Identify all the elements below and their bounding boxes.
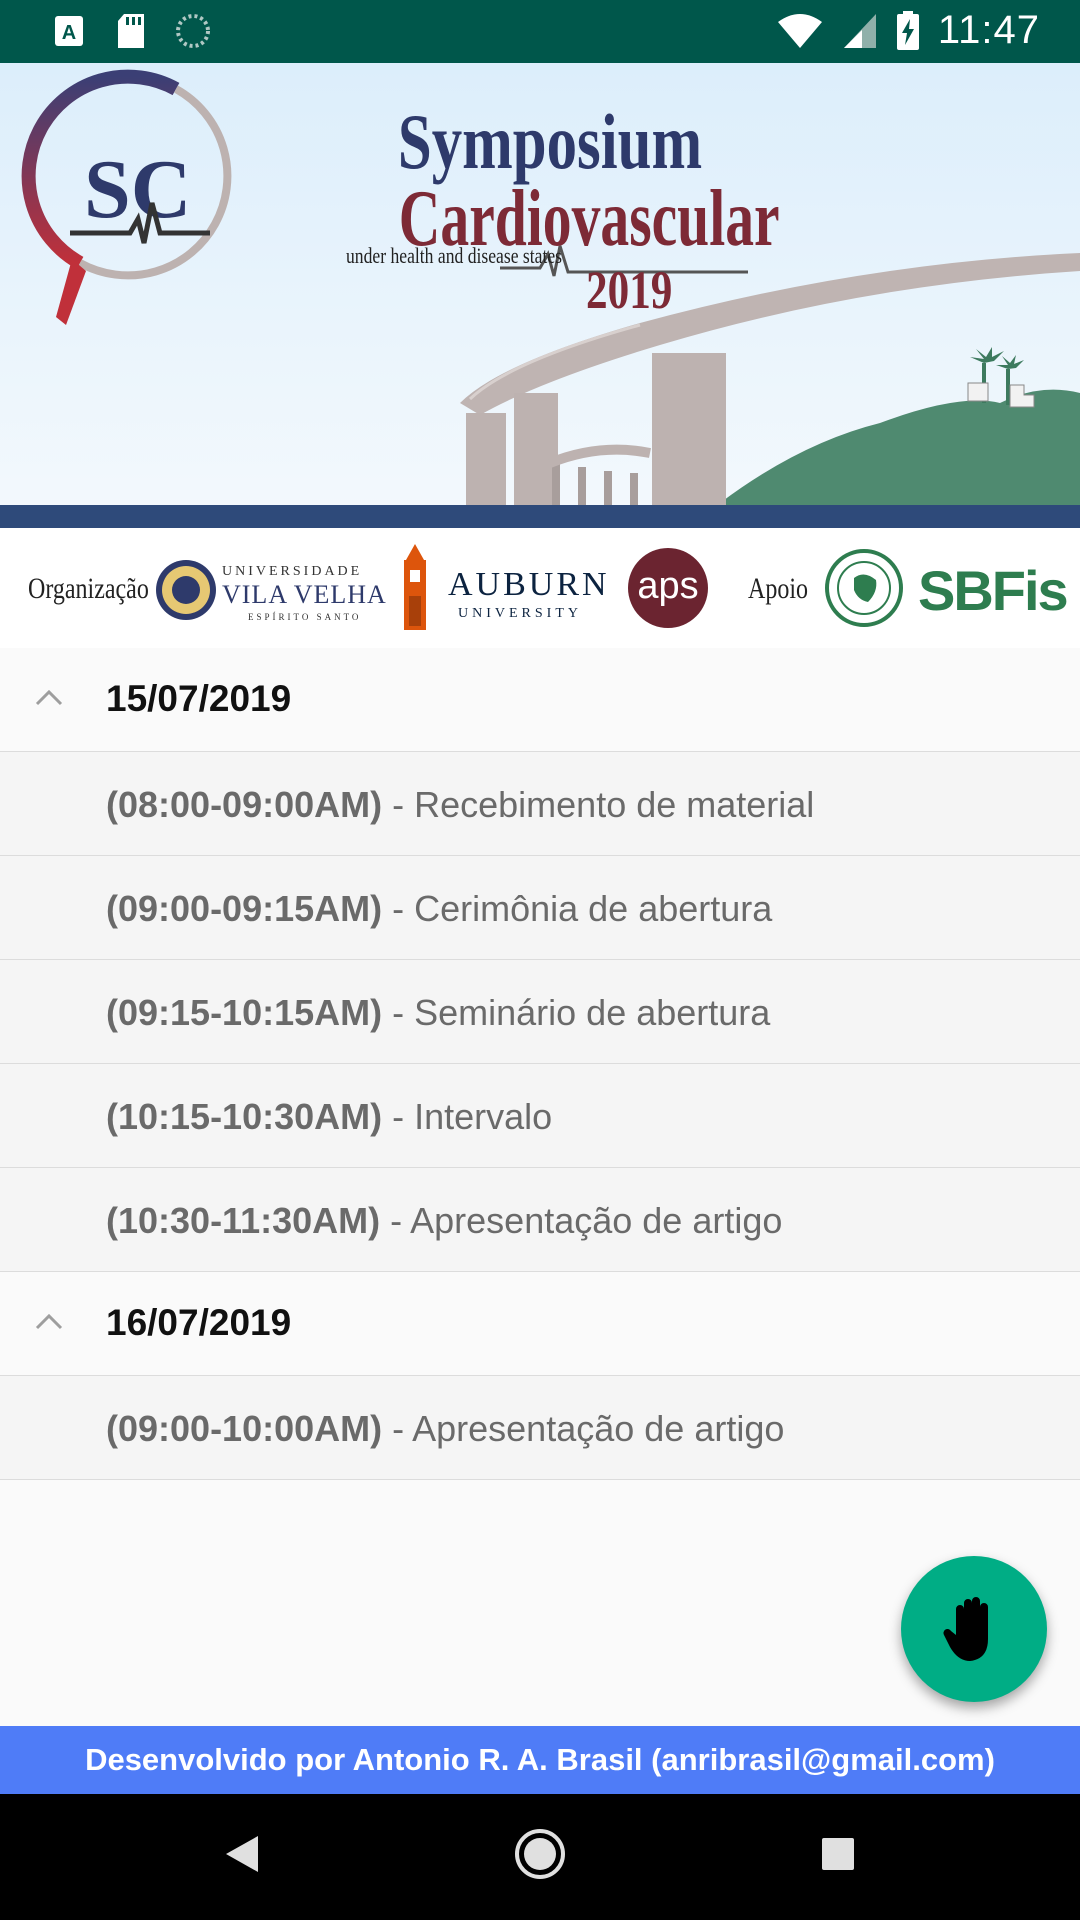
schedule-item-time: (09:00-10:00AM) [106, 1408, 383, 1449]
schedule-item-title: - Apresentação de artigo [380, 1200, 783, 1241]
date-group-header[interactable]: 15/07/2019 [0, 648, 1080, 752]
uvv-university-label: UNIVERSIDADE [222, 564, 363, 579]
schedule-item-title: - Intervalo [382, 1096, 553, 1137]
schedule-item-time: (08:00-09:00AM) [106, 784, 383, 825]
schedule-item-title: - Cerimônia de abertura [382, 888, 773, 929]
sbf-seal-icon [825, 549, 903, 627]
schedule-item-time: (09:00-09:15AM) [106, 888, 383, 929]
battery-charging-icon [896, 10, 919, 50]
sponsors-strip: Organização UNIVERSIDADE VILA VELHA ESPÍ… [0, 528, 1080, 648]
schedule-item-title: - Recebimento de material [382, 784, 815, 825]
back-icon[interactable] [222, 1832, 262, 1876]
schedule-item-text: (08:00-09:00AM) - Recebimento de materia… [106, 784, 814, 826]
sd-card-icon [112, 12, 150, 50]
auburn-university-label: UNIVERSITY [458, 606, 582, 621]
auburn-name: AUBURN [448, 566, 610, 603]
signal-icon [843, 13, 876, 48]
recent-apps-icon[interactable] [820, 1836, 856, 1872]
developer-credit: Desenvolvido por Antonio R. A. Brasil (a… [0, 1726, 1080, 1794]
event-subtitle: under health and disease states [346, 243, 563, 268]
uvv-state: ESPÍRITO SANTO [248, 612, 362, 622]
schedule-item[interactable]: (08:00-09:00AM) - Recebimento de materia… [0, 752, 1080, 856]
aps-logo: aps [628, 548, 708, 628]
schedule-item[interactable]: (09:15-10:15AM) - Seminário de abertura [0, 960, 1080, 1064]
title-line-1: Symposium [397, 98, 703, 185]
schedule-item[interactable]: (09:00-09:15AM) - Cerimônia de abertura [0, 856, 1080, 960]
schedule-item[interactable]: (09:00-10:00AM) - Apresentação de artigo [0, 1376, 1080, 1480]
uvv-name: VILA VELHA [222, 580, 387, 609]
clock: 11:47 [937, 8, 1040, 52]
sbfis-logo: SBFis [918, 559, 1069, 622]
schedule-list: 15/07/2019 (08:00-09:00AM) - Recebimento … [0, 648, 1080, 1480]
chevron-up-icon [35, 1313, 63, 1330]
date-group-header[interactable]: 16/07/2019 [0, 1272, 1080, 1376]
organization-label: Organização [28, 572, 149, 605]
schedule-item-time: (09:15-10:15AM) [106, 992, 383, 1033]
schedule-item-title: - Apresentação de artigo [382, 1408, 785, 1449]
schedule-item[interactable]: (10:30-11:30AM) - Apresentação de artigo [0, 1168, 1080, 1272]
raise-hand-button[interactable] [901, 1556, 1047, 1702]
schedule-item-text: (09:15-10:15AM) - Seminário de abertura [106, 992, 770, 1034]
a-icon: A [50, 12, 88, 50]
status-bar: A 11:47 [0, 0, 1080, 63]
schedule-item-title: - Seminário de abertura [382, 992, 771, 1033]
svg-text:aps: aps [637, 565, 698, 607]
schedule-item-text: (09:00-09:15AM) - Cerimônia de abertura [106, 888, 772, 930]
sync-icon [174, 12, 212, 50]
event-year: 2019 [586, 260, 673, 320]
schedule-item-time: (10:30-11:30AM) [106, 1200, 381, 1241]
event-title: Symposium Cardiovascular [340, 98, 780, 260]
home-icon[interactable] [514, 1828, 566, 1880]
hand-raise-icon [943, 1597, 988, 1661]
schedule-item-time: (10:15-10:30AM) [106, 1096, 383, 1137]
schedule-item[interactable]: (10:15-10:30AM) - Intervalo [0, 1064, 1080, 1168]
date-label: 16/07/2019 [106, 1302, 292, 1343]
navigation-bar [0, 1794, 1080, 1920]
uvv-seal-icon [156, 560, 216, 620]
wifi-icon [777, 13, 822, 48]
event-banner: SC Symposium Cardiovascular under health… [0, 63, 1080, 528]
schedule-item-text: (10:15-10:30AM) - Intervalo [106, 1096, 552, 1138]
date-label: 15/07/2019 [106, 678, 292, 719]
schedule-item-text: (10:30-11:30AM) - Apresentação de artigo [106, 1200, 782, 1242]
svg-text:A: A [62, 22, 76, 44]
support-label: Apoio [748, 572, 808, 605]
schedule-item-text: (09:00-10:00AM) - Apresentação de artigo [106, 1408, 784, 1450]
chevron-up-icon [35, 689, 63, 706]
auburn-tower-icon [404, 544, 426, 630]
